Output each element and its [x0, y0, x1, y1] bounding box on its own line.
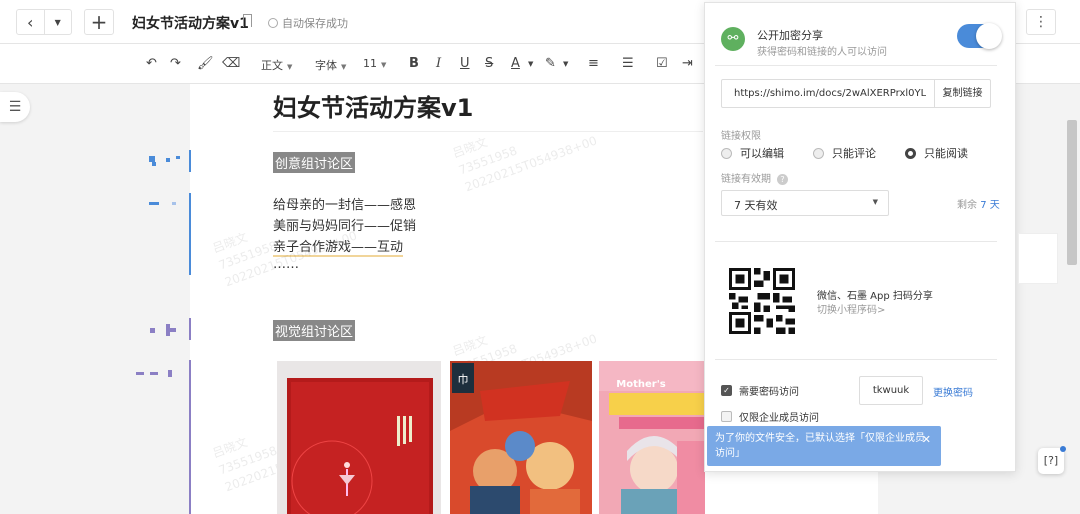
caret-icon: ▼	[287, 63, 293, 71]
perm-option-comment[interactable]: 只能评论	[813, 145, 876, 161]
poster-image-2[interactable]: 巾	[450, 361, 592, 514]
caret-icon[interactable]: ▼	[563, 60, 568, 68]
remaining-prefix: 剩余	[957, 200, 977, 211]
validity-value: 7 天有效	[734, 199, 778, 212]
highlight-icon[interactable]: ✎	[545, 56, 556, 71]
size-label: 11	[363, 57, 377, 70]
help-button[interactable]: [?]	[1038, 446, 1066, 474]
radio-icon	[813, 148, 824, 159]
redo-icon[interactable]: ↷	[170, 56, 181, 71]
style-select[interactable]: 正文 ▼	[261, 57, 292, 73]
radio-label: 只能评论	[832, 147, 876, 160]
remaining-days: 剩余 7 天	[957, 196, 1000, 211]
validity-label: 链接有效期?	[721, 170, 788, 185]
qr-share-text: 微信、石墨 App 扫码分享	[817, 291, 933, 302]
bullet-list-icon[interactable]: ☰	[622, 56, 634, 71]
outline-toggle-icon[interactable]: ☰	[0, 92, 30, 122]
add-button[interactable]: +	[84, 9, 114, 35]
divider	[715, 359, 997, 360]
check-circle-icon	[268, 18, 278, 28]
tooltip-text: 为了你的文件安全，已默认选择「仅限企业成员访问」	[715, 433, 925, 459]
perm-option-read[interactable]: 只能阅读	[905, 145, 968, 161]
perm-option-edit[interactable]: 可以编辑	[721, 145, 784, 161]
checklist-icon[interactable]: ☑	[656, 56, 668, 71]
italic-button[interactable]: I	[436, 56, 441, 71]
vertical-scrollbar[interactable]	[1067, 120, 1077, 265]
need-password-label: 需要密码访问	[739, 387, 799, 398]
help-icon[interactable]: ?	[777, 174, 788, 185]
strike-button[interactable]: S	[485, 56, 493, 71]
caret-icon: ▼	[381, 61, 387, 69]
svg-text:Mother's: Mother's	[616, 379, 665, 390]
text-color-button[interactable]: A	[511, 56, 520, 71]
radio-label: 可以编辑	[740, 147, 784, 160]
history-nav: ‹ ▼	[16, 9, 72, 35]
underline-button[interactable]: U	[460, 56, 470, 71]
need-password-checkbox[interactable]: ✓	[721, 385, 732, 396]
remaining-value: 7 天	[980, 200, 1000, 211]
comment-bar[interactable]	[189, 360, 191, 514]
share-subtitle: 获得密码和链接的人可以访问	[757, 47, 887, 58]
share-panel: ⚯ 公开加密分享 获得密码和链接的人可以访问 https://shimo.im/…	[704, 2, 1016, 472]
radio-icon	[721, 148, 732, 159]
cursor-markers	[136, 156, 180, 377]
size-select[interactable]: 11 ▼	[363, 57, 386, 70]
caret-icon: ▼	[872, 198, 878, 206]
validity-select[interactable]: 7 天有效 ▼	[721, 190, 889, 216]
share-url[interactable]: https://shimo.im/docs/2wAlXERPrxl0YLAl	[734, 88, 926, 99]
undo-icon[interactable]: ↶	[146, 56, 157, 71]
autosave-status: 自动保存成功	[268, 15, 348, 31]
bold-button[interactable]: B	[409, 56, 419, 71]
divider	[715, 241, 997, 242]
section-heading[interactable]: 视觉组讨论区	[273, 320, 356, 341]
poster-image-3[interactable]: Mother's	[599, 361, 705, 514]
radio-label: 只能阅读	[924, 147, 968, 160]
indent-icon[interactable]: ⇥	[682, 56, 693, 71]
share-url-field[interactable]: https://shimo.im/docs/2wAlXERPrxl0YLAl 复…	[721, 79, 991, 108]
bookmark-icon[interactable]	[243, 14, 252, 27]
autosave-text: 自动保存成功	[282, 17, 348, 30]
back-icon[interactable]: ‹	[17, 10, 45, 34]
caret-icon[interactable]: ▼	[528, 60, 533, 68]
help-icon: [?]	[1043, 454, 1059, 467]
enterprise-only-label: 仅限企业成员访问	[739, 413, 819, 424]
divider	[715, 65, 997, 66]
more-menu-button[interactable]: ⋮	[1026, 9, 1056, 35]
radio-selected-icon	[905, 148, 916, 159]
validity-label-text: 链接有效期	[721, 174, 771, 185]
svg-text:巾: 巾	[458, 372, 469, 386]
side-card	[1018, 233, 1058, 284]
caret-icon: ▼	[341, 63, 347, 71]
change-password-link[interactable]: 更换密码	[933, 384, 973, 399]
close-icon[interactable]: ✕	[922, 432, 931, 447]
notification-dot	[1060, 446, 1066, 452]
ordered-list-icon[interactable]: ≡	[588, 56, 599, 71]
qr-code	[729, 268, 795, 334]
share-title: 公开加密分享	[757, 29, 823, 42]
toggle-knob	[976, 23, 1002, 49]
enterprise-only-checkbox[interactable]	[721, 411, 732, 422]
style-label: 正文	[261, 59, 283, 72]
font-select[interactable]: 字体 ▼	[315, 57, 346, 73]
permission-label: 链接权限	[721, 131, 761, 142]
copy-link-button[interactable]: 复制链接	[934, 80, 990, 107]
public-share-toggle[interactable]	[957, 23, 1002, 49]
format-painter-icon[interactable]: 🖌	[197, 56, 214, 71]
link-icon: ⚯	[721, 27, 745, 51]
poster-image-1[interactable]	[277, 361, 441, 514]
section-heading[interactable]: 创意组讨论区	[273, 152, 356, 173]
font-label: 字体	[315, 59, 337, 72]
doc-heading[interactable]: 妇女节活动方案v1	[273, 88, 473, 123]
security-tooltip: 为了你的文件安全，已默认选择「仅限企业成员访问」 ✕	[707, 426, 941, 466]
switch-mini-program-link[interactable]: 切换小程序码>	[817, 301, 885, 316]
history-dropdown-icon[interactable]: ▼	[45, 10, 72, 34]
password-field[interactable]: tkwuuk	[859, 376, 923, 405]
clear-format-icon[interactable]: ⌫	[222, 56, 240, 71]
doc-title[interactable]: 妇女节活动方案v1	[132, 13, 249, 33]
